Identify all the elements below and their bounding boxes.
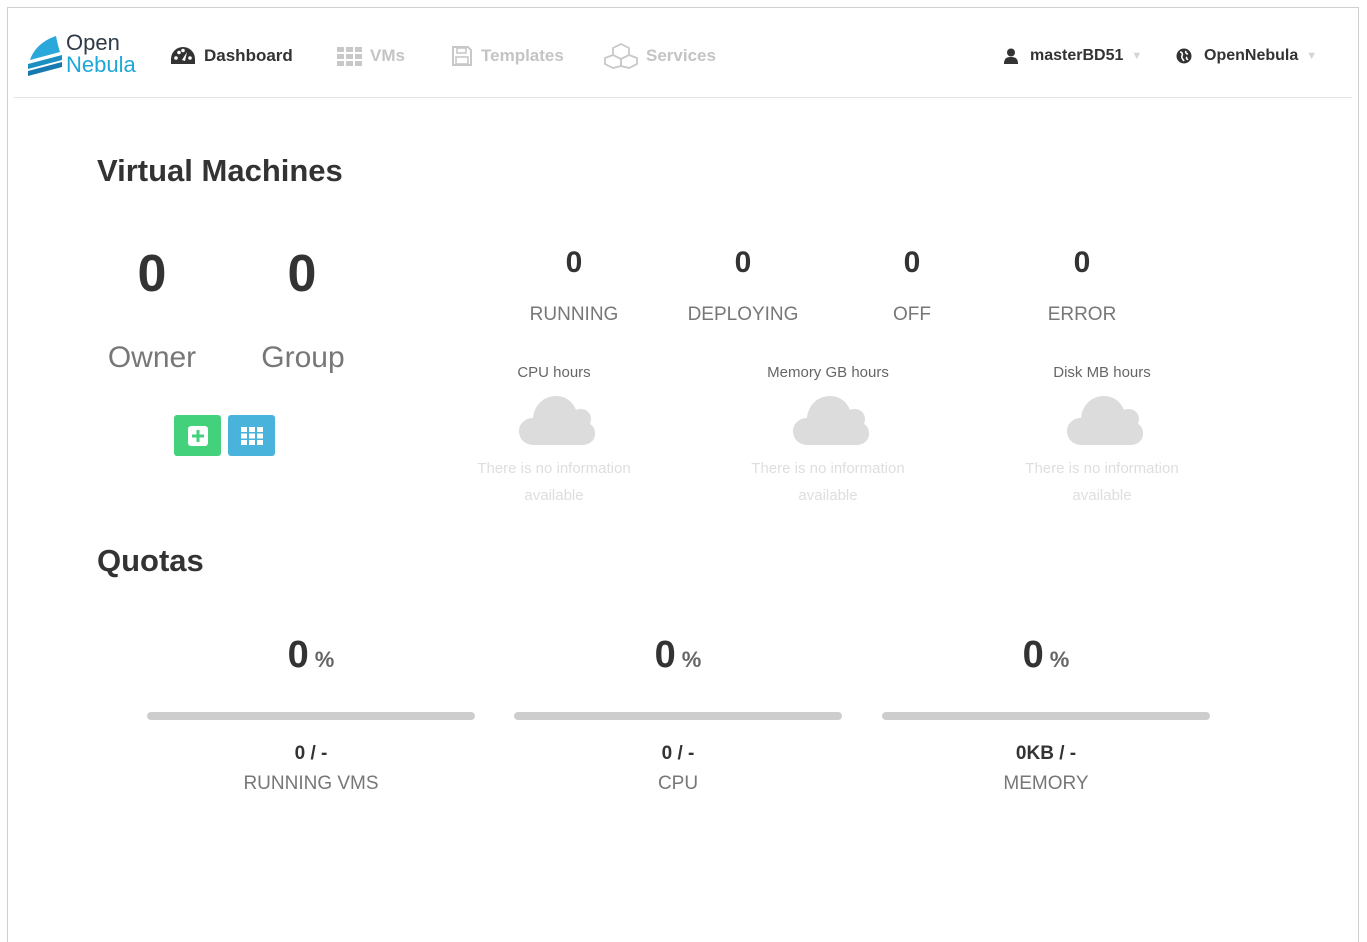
top-navbar: Open Nebula Dashboard VMs Templates Serv… bbox=[14, 18, 1352, 98]
nav-vms-label: VMs bbox=[370, 46, 405, 65]
running-vms-quota-bar bbox=[147, 712, 475, 720]
cpu-quota-percent-sign: % bbox=[681, 647, 702, 672]
nav-templates-label: Templates bbox=[481, 46, 564, 65]
memory-quota-bar bbox=[882, 712, 1210, 720]
cpu-hours-empty-message: There is no information available bbox=[454, 455, 654, 509]
logo-nebula-text: Nebula bbox=[66, 52, 136, 77]
virtual-machines-heading: Virtual Machines bbox=[97, 153, 343, 188]
owner-vm-count: 0 bbox=[137, 245, 167, 303]
globe-icon bbox=[1176, 48, 1192, 64]
logo-mark-icon bbox=[28, 36, 62, 76]
running-vms-quota-label: RUNNING VMS bbox=[243, 773, 379, 794]
user-menu[interactable]: masterBD51 ▼ bbox=[1004, 44, 1142, 68]
user-icon bbox=[1004, 48, 1018, 64]
error-count: 0 bbox=[1073, 246, 1091, 279]
cpu-quota-percent-value: 0 bbox=[654, 634, 676, 676]
cloud-icon bbox=[1067, 396, 1143, 445]
disk-mb-hours-empty-message: There is no information available bbox=[1002, 455, 1202, 509]
disk-mb-hours-empty-line1: There is no information bbox=[1025, 460, 1179, 477]
running-vms-quota-percent-value: 0 bbox=[287, 634, 309, 676]
memory-gb-hours-title: Memory GB hours bbox=[767, 364, 889, 381]
nav-templates[interactable]: Templates bbox=[451, 44, 564, 68]
opennebula-logo[interactable]: Open Nebula bbox=[26, 32, 156, 82]
off-label: OFF bbox=[893, 304, 931, 325]
memory-quota-percent-sign: % bbox=[1049, 647, 1070, 672]
list-vms-button[interactable] bbox=[228, 415, 275, 456]
group-vm-count: 0 bbox=[287, 245, 317, 303]
chevron-down-icon: ▼ bbox=[1131, 50, 1143, 62]
running-vms-quota-used: 0 / - bbox=[294, 743, 328, 764]
running-vms-quota-percent-sign: % bbox=[314, 647, 335, 672]
nav-dashboard-label: Dashboard bbox=[204, 46, 293, 65]
cpu-hours-title: CPU hours bbox=[517, 364, 591, 381]
error-label: ERROR bbox=[1047, 304, 1117, 325]
cpu-hours-empty-line1: There is no information bbox=[477, 460, 631, 477]
grid-icon bbox=[336, 46, 362, 66]
cubes-icon bbox=[604, 43, 638, 69]
logo-open-text: Open bbox=[66, 30, 120, 55]
memory-gb-hours-empty-line2: available bbox=[798, 487, 858, 504]
running-vms-quota-percent: 0% bbox=[151, 634, 471, 677]
nav-services-label: Services bbox=[646, 46, 716, 65]
cloud-icon bbox=[793, 396, 869, 445]
memory-quota-percent-value: 0 bbox=[1022, 634, 1044, 676]
cpu-hours-empty-line2: available bbox=[524, 487, 584, 504]
memory-gb-hours-empty-line1: There is no information bbox=[751, 460, 905, 477]
deploying-count: 0 bbox=[734, 246, 752, 279]
floppy-disk-icon bbox=[451, 45, 473, 67]
deploying-label: DEPLOYING bbox=[687, 304, 799, 325]
nav-vms[interactable]: VMs bbox=[336, 44, 405, 68]
zone-menu[interactable]: OpenNebula ▼ bbox=[1176, 44, 1317, 68]
off-count: 0 bbox=[903, 246, 921, 279]
owner-label: Owner bbox=[107, 341, 197, 374]
memory-quota-label: MEMORY bbox=[1003, 773, 1089, 794]
th-grid-icon bbox=[240, 426, 263, 445]
nav-dashboard[interactable]: Dashboard bbox=[170, 44, 293, 68]
user-name: masterBD51 bbox=[1030, 47, 1124, 64]
zone-name: OpenNebula bbox=[1204, 47, 1299, 64]
memory-quota-percent: 0% bbox=[886, 634, 1206, 677]
quotas-heading: Quotas bbox=[97, 543, 204, 578]
nav-services[interactable]: Services bbox=[604, 43, 716, 69]
disk-mb-hours-title: Disk MB hours bbox=[1053, 364, 1151, 381]
chevron-down-icon: ▼ bbox=[1306, 50, 1318, 62]
cpu-quota-label: CPU bbox=[657, 773, 699, 794]
memory-quota-used: 0KB / - bbox=[1015, 743, 1077, 764]
group-label: Group bbox=[261, 341, 345, 374]
running-count: 0 bbox=[565, 246, 583, 279]
logo-text: Open Nebula bbox=[66, 32, 136, 76]
cloud-icon bbox=[519, 396, 595, 445]
cpu-quota-used: 0 / - bbox=[661, 743, 695, 764]
cpu-quota-bar bbox=[514, 712, 842, 720]
memory-gb-hours-empty-message: There is no information available bbox=[728, 455, 928, 509]
running-label: RUNNING bbox=[529, 304, 619, 325]
tachometer-icon bbox=[170, 46, 196, 66]
disk-mb-hours-empty-line2: available bbox=[1072, 487, 1132, 504]
cpu-quota-percent: 0% bbox=[518, 634, 838, 677]
plus-square-icon bbox=[187, 425, 208, 446]
create-vm-button[interactable] bbox=[174, 415, 221, 456]
